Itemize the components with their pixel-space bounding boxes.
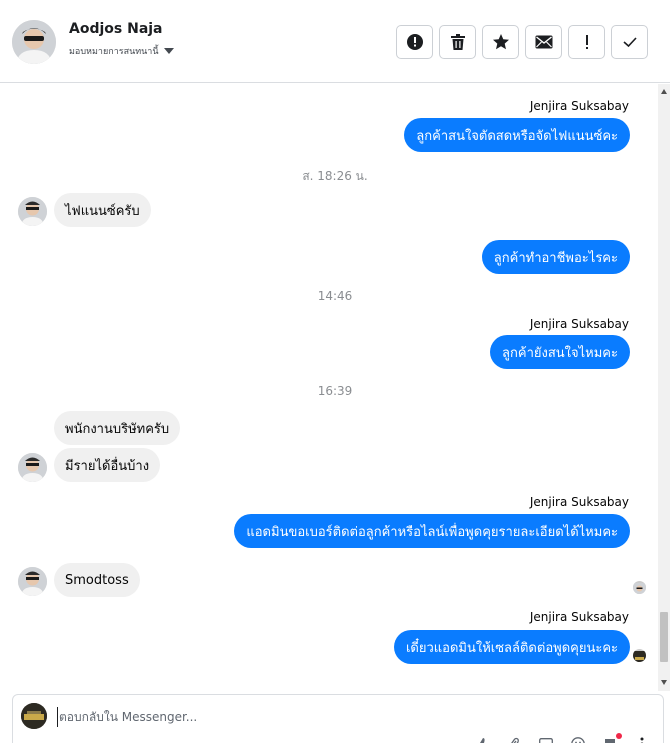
sender-label: Jenjira Suksabay (529, 610, 629, 624)
contact-name[interactable]: Aodjos Naja (69, 21, 163, 37)
emoji-icon (571, 737, 585, 743)
saved-reply-icon (605, 739, 615, 743)
timestamp: 16:39 (317, 384, 353, 398)
scroll-up-arrow-icon[interactable] (661, 89, 667, 94)
mark-unread-button[interactable] (525, 25, 562, 59)
scroll-down-arrow-icon[interactable] (661, 680, 667, 685)
outgoing-message[interactable]: ลูกค้าทำอาชีพอะไรคะ (481, 240, 630, 274)
thread-scrollbar[interactable] (658, 84, 670, 691)
incoming-message[interactable]: พนักงานบริษัทครับ (54, 411, 181, 445)
notification-dot (616, 733, 622, 739)
seen-avatar-page (633, 649, 646, 662)
contact-avatar-small (18, 197, 47, 226)
star-icon (492, 34, 509, 50)
incoming-message[interactable]: Smodtoss (54, 563, 140, 597)
composer-tools (473, 733, 651, 743)
more-tools-button[interactable] (633, 735, 651, 743)
checkmark-icon (622, 37, 637, 48)
emoji-button[interactable] (569, 735, 587, 743)
incoming-message[interactable]: มีรายได้อื่นบ้าง (54, 448, 161, 482)
like-button[interactable] (473, 735, 491, 743)
sender-label: Jenjira Suksabay (529, 495, 629, 509)
header-actions (396, 25, 648, 59)
alert-circle-icon (406, 34, 423, 50)
assign-conversation-dropdown[interactable]: มอบหมายการสนทนานี้ (69, 44, 174, 58)
follow-up-button[interactable] (568, 25, 605, 59)
thumbs-up-icon (476, 738, 488, 743)
report-spam-button[interactable] (396, 25, 433, 59)
image-button[interactable] (537, 735, 555, 743)
more-icon (640, 737, 644, 743)
contact-avatar-small (18, 453, 47, 482)
image-icon (539, 738, 553, 743)
outgoing-message[interactable]: เดี๋ยวแอดมินให้เซลล์ติดต่อพูดคุยนะคะ (393, 630, 630, 664)
message-thread[interactable]: Jenjira Suksabay ลูกค้าสนใจตัดสดหรือจัดไ… (0, 84, 670, 691)
contact-avatar-small (18, 567, 47, 596)
outgoing-message[interactable]: ลูกค้าสนใจตัดสดหรือจัดไฟแนนซ์คะ (404, 118, 630, 152)
exclamation-icon (585, 35, 588, 49)
reply-composer (12, 694, 664, 743)
seen-avatar (633, 581, 646, 594)
sender-label: Jenjira Suksabay (529, 317, 629, 331)
reply-input[interactable] (57, 707, 617, 727)
envelope-icon (535, 35, 552, 49)
saved-replies-button[interactable] (601, 733, 622, 743)
mark-done-button[interactable] (611, 25, 648, 59)
contact-avatar[interactable] (12, 20, 56, 64)
scroll-thumb[interactable] (660, 612, 668, 662)
paperclip-icon (511, 737, 519, 743)
star-button[interactable] (482, 25, 519, 59)
timestamp: ส. 18:26 น. (302, 169, 368, 183)
attach-button[interactable] (505, 735, 523, 743)
outgoing-message[interactable]: แอดมินขอเบอร์ติดต่อลูกค้าหรือไลน์เพื่อพู… (234, 514, 630, 548)
page-avatar (21, 703, 47, 729)
assign-label: มอบหมายการสนทนานี้ (69, 47, 159, 57)
delete-button[interactable] (439, 25, 476, 59)
conversation-header: Aodjos Naja มอบหมายการสนทนานี้ (0, 0, 670, 83)
timestamp: 14:46 (317, 289, 353, 303)
sender-label: Jenjira Suksabay (529, 99, 629, 113)
incoming-message[interactable]: ไฟแนนซ์ครับ (54, 193, 151, 227)
outgoing-message[interactable]: ลูกค้ายังสนใจไหมคะ (490, 335, 630, 369)
trash-icon (450, 34, 465, 50)
caret-down-icon (163, 48, 174, 54)
